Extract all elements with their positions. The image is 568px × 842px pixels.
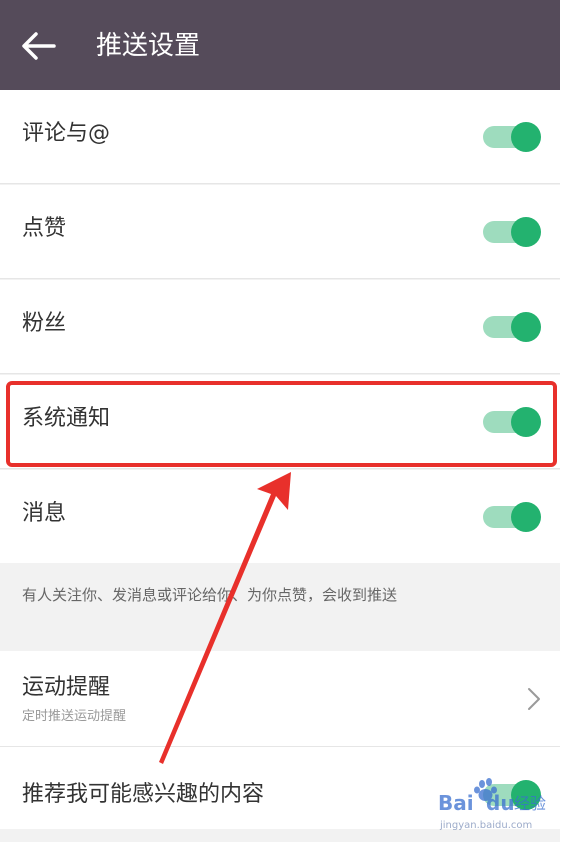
setting-row-recommend: 推荐我可能感兴趣的内容 <box>0 747 560 829</box>
right-edge-strip <box>560 0 568 842</box>
setting-label: 点赞 <box>22 216 67 241</box>
messages-toggle[interactable] <box>483 502 541 532</box>
sport-reminder-title: 运动提醒 <box>22 675 111 700</box>
toggle-knob <box>511 217 541 247</box>
back-button[interactable] <box>18 28 58 64</box>
system-notice-toggle[interactable] <box>483 407 541 437</box>
divider <box>0 278 560 279</box>
likes-toggle[interactable] <box>483 217 541 247</box>
setting-row-comments: 评论与@ <box>0 90 560 184</box>
toggle-knob <box>511 122 541 152</box>
divider <box>0 183 560 184</box>
recommend-label: 推荐我可能感兴趣的内容 <box>22 782 265 807</box>
push-note-text: 有人关注你、发消息或评论给你、为你点赞，会收到推送 <box>22 586 398 604</box>
toggle-knob <box>511 312 541 342</box>
setting-label: 消息 <box>22 501 67 526</box>
fans-toggle[interactable] <box>483 312 541 342</box>
recommend-toggle[interactable] <box>483 780 541 810</box>
setting-row-messages: 消息 <box>0 470 560 563</box>
setting-label: 粉丝 <box>22 311 67 336</box>
toggle-knob <box>511 407 541 437</box>
chevron-right-icon <box>528 688 540 710</box>
divider <box>0 373 560 374</box>
sport-reminder-row[interactable]: 运动提醒 定时推送运动提醒 <box>0 651 560 747</box>
setting-label: 系统通知 <box>22 406 111 431</box>
arrow-left-icon <box>22 32 56 60</box>
setting-label: 评论与@ <box>22 121 111 146</box>
sport-reminder-subtitle: 定时推送运动提醒 <box>22 709 127 724</box>
header-bar: 推送设置 <box>0 0 560 90</box>
setting-row-fans: 粉丝 <box>0 280 560 374</box>
toggle-knob <box>511 502 541 532</box>
toggle-knob <box>511 780 541 810</box>
setting-row-system-notice: 系统通知 <box>0 375 560 469</box>
page-title: 推送设置 <box>96 31 201 61</box>
comments-toggle[interactable] <box>483 122 541 152</box>
setting-row-likes: 点赞 <box>0 185 560 279</box>
divider <box>0 468 560 469</box>
push-note-section: 有人关注你、发消息或评论给你、为你点赞，会收到推送 <box>0 563 560 651</box>
